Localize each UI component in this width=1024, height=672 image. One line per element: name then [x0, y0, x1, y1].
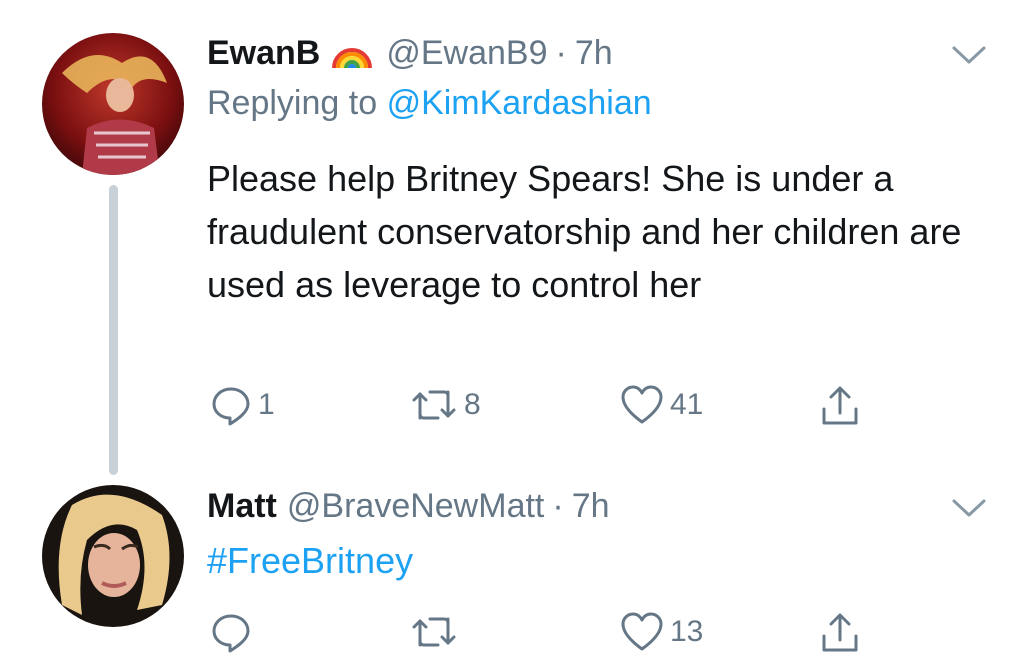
replying-to-line: Replying to @KimKardashian [207, 84, 652, 123]
separator-dot: · [555, 33, 567, 72]
tweet-actions: 13 [0, 607, 1024, 657]
timestamp[interactable]: 7h [575, 34, 613, 73]
heart-icon [621, 612, 663, 651]
separator-dot: · [552, 486, 564, 525]
display-name[interactable]: EwanB [207, 34, 320, 73]
reply-button[interactable] [210, 607, 258, 657]
retweet-button[interactable] [410, 607, 464, 657]
retweet-button[interactable]: 8 [410, 380, 481, 430]
avatar-matt[interactable] [42, 485, 184, 627]
replying-to-handle[interactable]: @KimKardashian [387, 84, 652, 122]
avatar-ewanb[interactable] [42, 33, 184, 175]
like-button[interactable]: 13 [620, 607, 703, 657]
avatar-image [42, 485, 184, 627]
handle[interactable]: @EwanB9 [386, 34, 547, 73]
reply-icon [212, 387, 250, 426]
avatar-image [42, 33, 184, 175]
retweet-count: 8 [464, 388, 481, 421]
rainbow-icon [332, 48, 373, 69]
tweet-header: EwanB @EwanB9 · 7h [207, 30, 613, 76]
timestamp[interactable]: 7h [572, 487, 610, 526]
tweet-text: Please help Britney Spears! She is under… [207, 158, 962, 305]
like-button[interactable]: 41 [620, 380, 703, 430]
reply-count: 1 [258, 388, 275, 421]
share-button[interactable] [820, 380, 860, 430]
heart-icon [621, 385, 663, 424]
chevron-down-icon[interactable] [951, 496, 987, 520]
thread-line [109, 185, 118, 475]
reply-icon [212, 614, 250, 653]
share-icon [822, 386, 858, 425]
hashtag-link[interactable]: #FreeBritney [207, 540, 413, 582]
handle[interactable]: @BraveNewMatt [287, 487, 544, 526]
like-count: 13 [670, 615, 704, 648]
like-count: 41 [670, 388, 704, 421]
retweet-icon [412, 617, 456, 647]
display-name[interactable]: Matt [207, 487, 277, 526]
replying-to-label: Replying to [207, 84, 378, 122]
reply-button[interactable]: 1 [210, 380, 275, 430]
share-icon [822, 613, 858, 652]
tweet-header: Matt @BraveNewMatt · 7h [207, 483, 610, 529]
chevron-down-icon[interactable] [951, 43, 987, 67]
retweet-icon [412, 390, 456, 420]
tweet-actions: 1 8 41 [0, 380, 1024, 430]
share-button[interactable] [820, 607, 860, 657]
